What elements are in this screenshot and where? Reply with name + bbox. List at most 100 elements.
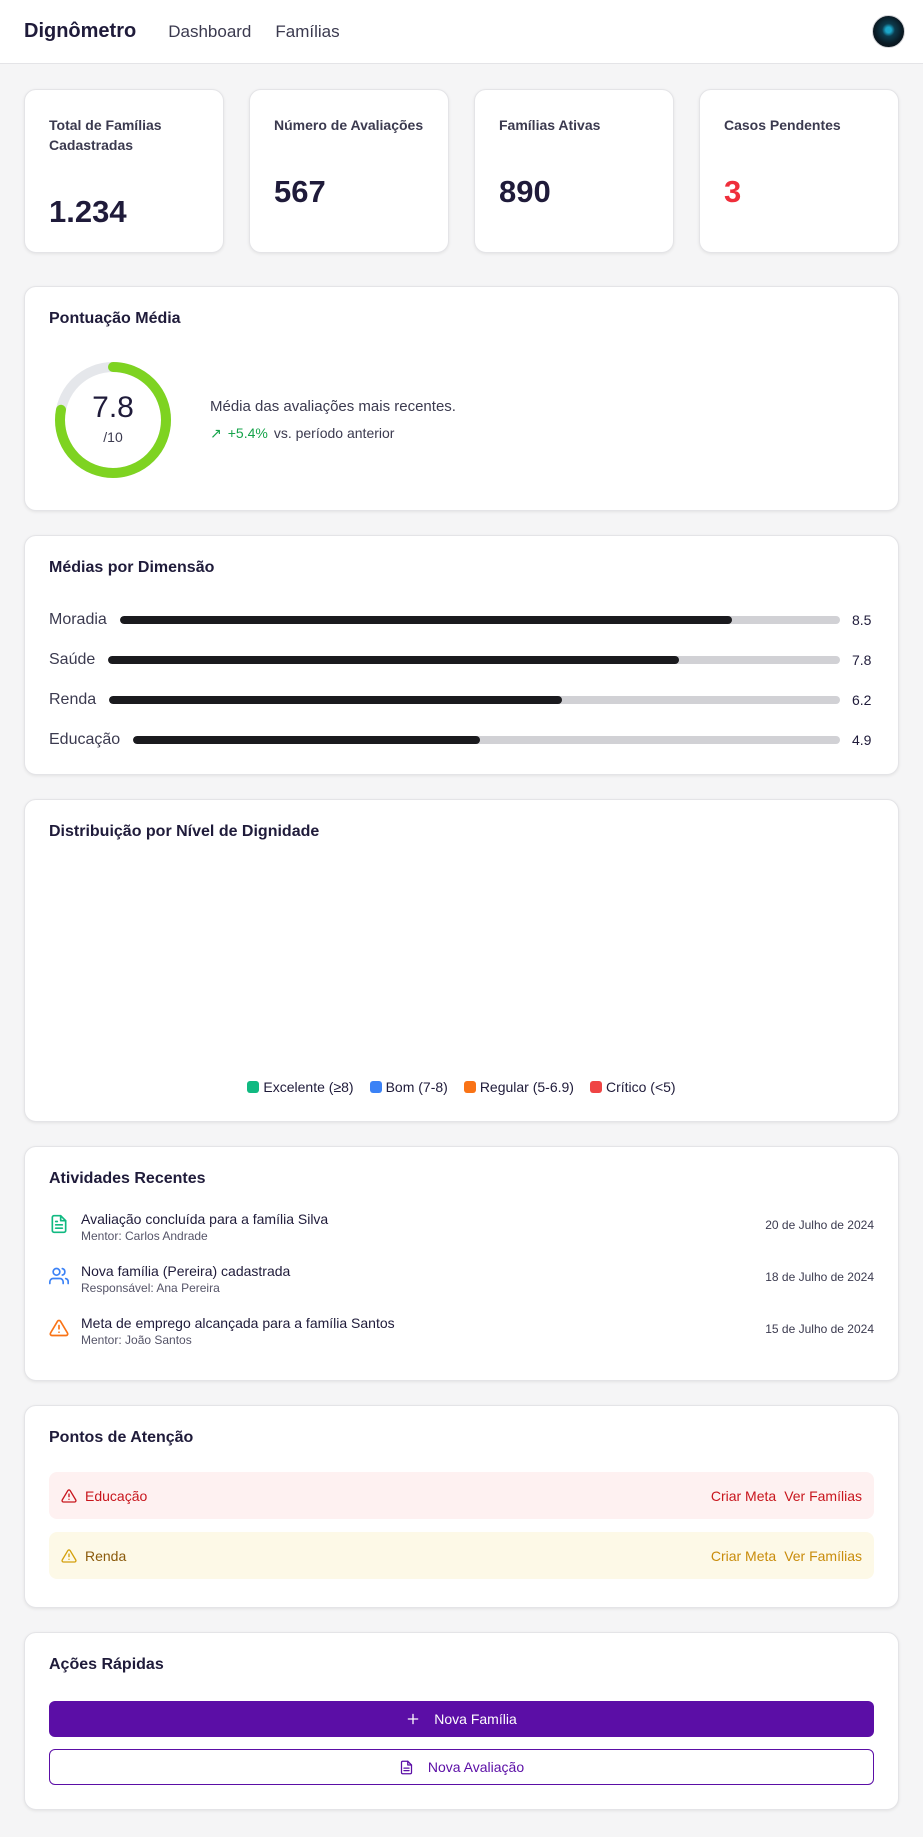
section-title: Pontuação Média bbox=[49, 310, 181, 327]
score-value: 7.8 bbox=[92, 391, 134, 424]
user-avatar[interactable] bbox=[872, 15, 905, 48]
legend-item-excelente[interactable]: Excelente (≥8) bbox=[247, 1079, 354, 1095]
dimension-bar bbox=[133, 736, 840, 744]
trend-up-icon: ↗ bbox=[210, 425, 222, 441]
legend-swatch bbox=[463, 1081, 476, 1093]
stat-value: 890 bbox=[499, 174, 551, 209]
nav-familias[interactable]: Famílias bbox=[275, 22, 339, 42]
dimension-label: Moradia bbox=[49, 611, 107, 628]
stat-label: Número de Avaliações bbox=[274, 117, 424, 133]
section-title: Distribuição por Nível de Dignidade bbox=[49, 823, 320, 840]
warning-icon bbox=[61, 1488, 77, 1503]
new-evaluation-label: Nova Avaliação bbox=[427, 1759, 525, 1775]
attention-label: Renda bbox=[85, 1547, 127, 1564]
legend-swatch bbox=[589, 1081, 602, 1093]
activity-item[interactable]: Avaliação concluída para a família Silva… bbox=[49, 1210, 874, 1262]
attention-points-card: Pontos de Atenção Educação Criar Meta Ve… bbox=[24, 1405, 899, 1608]
view-families-link[interactable]: Ver Famílias bbox=[784, 1548, 862, 1564]
dimension-row-moradia: Moradia 8.5 bbox=[49, 600, 874, 640]
score-max: /10 bbox=[103, 429, 123, 445]
section-title: Ações Rápidas bbox=[49, 1656, 164, 1673]
activity-date: 18 de Julho de 2024 bbox=[765, 1270, 874, 1284]
dimension-bar-fill bbox=[133, 736, 480, 744]
activity-item[interactable]: Meta de emprego alcançada para a família… bbox=[49, 1314, 874, 1366]
stat-card-casos-pendentes: Casos Pendentes 3 bbox=[699, 89, 899, 253]
legend-label: Regular (5-6.9) bbox=[479, 1079, 574, 1095]
quick-actions-card: Ações Rápidas Nova Família Nova Avaliaçã… bbox=[24, 1632, 899, 1810]
activity-list: Avaliação concluída para a família Silva… bbox=[49, 1210, 874, 1366]
stat-value: 3 bbox=[724, 174, 742, 209]
activity-title: Meta de emprego alcançada para a família… bbox=[81, 1315, 395, 1331]
activity-date: 20 de Julho de 2024 bbox=[765, 1218, 874, 1232]
legend-item-regular[interactable]: Regular (5-6.9) bbox=[463, 1079, 574, 1095]
dimension-label: Renda bbox=[49, 691, 97, 708]
stat-card-total-familias: Total de Famílias Cadastradas 1.234 bbox=[24, 89, 224, 253]
nav-dashboard[interactable]: Dashboard bbox=[168, 22, 251, 42]
plus-icon bbox=[406, 1712, 420, 1726]
score-details: Média das avaliações mais recentes. ↗ +5.… bbox=[210, 398, 456, 442]
activity-subtitle: Mentor: João Santos bbox=[81, 1333, 192, 1347]
score-description: Média das avaliações mais recentes. bbox=[210, 398, 456, 415]
attention-item-educacao: Educação Criar Meta Ver Famílias bbox=[49, 1472, 874, 1519]
section-title: Atividades Recentes bbox=[49, 1170, 206, 1187]
activity-item[interactable]: Nova família (Pereira) cadastrada Respon… bbox=[49, 1262, 874, 1314]
dimension-row-renda: Renda 6.2 bbox=[49, 680, 874, 720]
dimension-row-educacao: Educação 4.9 bbox=[49, 720, 874, 760]
dimension-bar-fill bbox=[109, 696, 563, 704]
dimension-value: 6.2 bbox=[852, 692, 872, 708]
legend-item-bom[interactable]: Bom (7-8) bbox=[369, 1079, 448, 1095]
dimension-bar bbox=[108, 656, 840, 664]
dimension-label: Educação bbox=[49, 731, 121, 748]
create-goal-link[interactable]: Criar Meta bbox=[711, 1548, 776, 1564]
chart-legend: Excelente (≥8) Bom (7-8) Regular (5-6.9)… bbox=[25, 1079, 898, 1095]
activity-body: Avaliação concluída para a família Silva… bbox=[81, 1210, 765, 1244]
legend-swatch bbox=[247, 1081, 260, 1093]
activity-subtitle: Mentor: Carlos Andrade bbox=[81, 1229, 208, 1243]
create-goal-link[interactable]: Criar Meta bbox=[711, 1488, 776, 1504]
dimension-averages-card: Médias por Dimensão Moradia 8.5 Saúde 7.… bbox=[24, 535, 899, 775]
brand-logo[interactable]: Dignômetro bbox=[24, 20, 136, 43]
legend-swatch bbox=[369, 1081, 382, 1093]
main-content: Total de Famílias Cadastradas 1.234 Núme… bbox=[0, 64, 923, 1810]
section-title: Médias por Dimensão bbox=[49, 559, 215, 576]
view-families-link[interactable]: Ver Famílias bbox=[784, 1488, 862, 1504]
dimension-row-saude: Saúde 7.8 bbox=[49, 640, 874, 680]
dimension-bar-fill bbox=[119, 616, 732, 624]
distribution-card: Distribuição por Nível de Dignidade Exce… bbox=[24, 799, 899, 1122]
stat-value: 1.234 bbox=[49, 194, 127, 229]
new-evaluation-button[interactable]: Nova Avaliação bbox=[49, 1749, 874, 1785]
activity-body: Meta de emprego alcançada para a família… bbox=[81, 1314, 765, 1348]
section-title: Pontos de Atenção bbox=[49, 1429, 194, 1446]
dimension-value: 8.5 bbox=[852, 612, 872, 628]
stat-card-familias-ativas: Famílias Ativas 890 bbox=[474, 89, 674, 253]
new-family-button[interactable]: Nova Família bbox=[49, 1701, 874, 1737]
stat-value: 567 bbox=[274, 174, 326, 209]
attention-item-renda: Renda Criar Meta Ver Famílias bbox=[49, 1532, 874, 1579]
dimension-bar bbox=[119, 616, 840, 624]
users-icon bbox=[49, 1267, 69, 1285]
dimension-bar-fill bbox=[108, 656, 680, 664]
dimension-label: Saúde bbox=[49, 651, 96, 668]
activity-title: Nova família (Pereira) cadastrada bbox=[81, 1263, 291, 1279]
stats-row: Total de Famílias Cadastradas 1.234 Núme… bbox=[24, 89, 899, 253]
stat-label: Casos Pendentes bbox=[724, 117, 841, 133]
activity-date: 15 de Julho de 2024 bbox=[765, 1322, 874, 1336]
dimension-bar bbox=[109, 696, 840, 704]
score-trend: ↗ +5.4% vs. período anterior bbox=[210, 425, 456, 442]
trend-suffix: vs. período anterior bbox=[273, 425, 395, 441]
activity-title: Avaliação concluída para a família Silva bbox=[81, 1211, 329, 1227]
dimension-value: 4.9 bbox=[852, 732, 872, 748]
stat-label: Total de Famílias Cadastradas bbox=[49, 117, 162, 153]
score-gauge: 7.8 /10 bbox=[54, 361, 172, 479]
top-navbar: Dignômetro Dashboard Famílias bbox=[0, 0, 923, 64]
stat-label: Famílias Ativas bbox=[499, 117, 601, 133]
dimension-value: 7.8 bbox=[852, 652, 872, 668]
trend-value: +5.4% bbox=[227, 425, 268, 441]
activity-body: Nova família (Pereira) cadastrada Respon… bbox=[81, 1262, 765, 1296]
attention-list: Educação Criar Meta Ver Famílias Renda C… bbox=[49, 1472, 874, 1579]
legend-label: Bom (7-8) bbox=[385, 1079, 448, 1095]
legend-item-critico[interactable]: Crítico (<5) bbox=[589, 1079, 676, 1095]
document-icon bbox=[399, 1760, 414, 1775]
stat-card-avaliacoes: Número de Avaliações 567 bbox=[249, 89, 449, 253]
legend-label: Crítico (<5) bbox=[605, 1079, 676, 1095]
